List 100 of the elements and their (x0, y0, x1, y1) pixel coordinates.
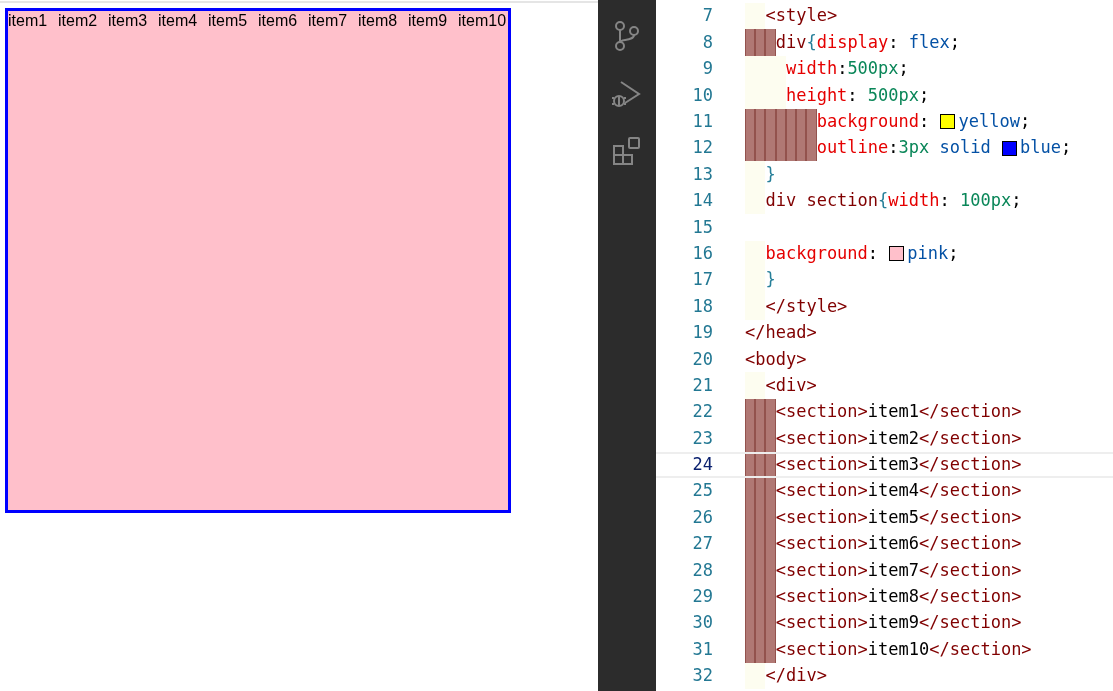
code-token: </section> (919, 505, 1022, 529)
code-token: <body> (745, 347, 807, 371)
line-number: 13 (691, 162, 713, 186)
line-number: 18 (691, 294, 713, 318)
code-token: item1 (867, 400, 919, 424)
flex-item: item7 (308, 11, 349, 31)
code-token: ; (1011, 189, 1022, 213)
code-token: { (878, 189, 889, 213)
code-token: outline (816, 136, 889, 160)
code-token: </style> (765, 294, 848, 318)
color-swatch[interactable] (1001, 140, 1017, 156)
code-token: <section> (775, 453, 868, 477)
code-token: </div> (765, 664, 827, 688)
line-number: 28 (691, 558, 713, 582)
flex-item: item3 (108, 11, 149, 31)
line-number: 8 (701, 30, 713, 54)
line-number: 24 (691, 453, 713, 477)
line-number: 10 (691, 83, 713, 107)
code-token: ; (1060, 136, 1072, 160)
code-token: </section> (919, 400, 1022, 424)
line-number: 22 (691, 400, 713, 424)
code-token: ; (949, 30, 960, 54)
code-token: item6 (867, 532, 919, 556)
run-debug-icon[interactable] (611, 78, 643, 110)
line-number: 11 (691, 110, 713, 133)
source-control-icon[interactable] (613, 20, 641, 52)
code-token: item10 (867, 637, 930, 661)
color-swatch[interactable] (940, 114, 956, 130)
code-token: pink (907, 241, 949, 265)
line-number: 30 (691, 611, 713, 635)
code-token: width (888, 189, 940, 213)
code-token: <section> (775, 532, 868, 556)
line-number: 7 (701, 4, 713, 28)
line-number: 14 (691, 189, 713, 213)
line-number: 19 (691, 321, 713, 345)
line-number: 17 (691, 268, 713, 292)
code-token: div (775, 30, 807, 54)
code-token: </head> (745, 321, 817, 345)
code-token: </section> (929, 637, 1032, 661)
code-token: item5 (867, 505, 919, 529)
code-token: } (765, 162, 776, 186)
code-token: display (816, 30, 889, 54)
color-swatch[interactable] (889, 246, 905, 262)
line-number: 9 (701, 57, 713, 81)
code-token: <style> (765, 4, 838, 28)
code-token: <section> (775, 479, 868, 503)
code-token: </section> (919, 479, 1022, 503)
code-token: 500px (847, 57, 899, 81)
code-token: </section> (919, 426, 1022, 450)
flex-item: item10 (458, 11, 508, 31)
code-token: div section (765, 189, 879, 213)
line-number: 12 (691, 136, 713, 160)
line-number: 25 (691, 479, 713, 503)
code-token: : (847, 83, 859, 107)
code-token: ; (919, 83, 930, 107)
line-number: 31 (691, 637, 713, 661)
code-token: ; (1019, 110, 1031, 133)
code-token: <section> (775, 400, 868, 424)
line-number: 23 (691, 426, 713, 450)
code-token: yellow (958, 110, 1020, 133)
flex-item: item6 (258, 11, 299, 31)
code-token: flex (908, 30, 950, 54)
code-token: : (888, 30, 900, 54)
code-token: solid (938, 136, 992, 160)
code-token: item7 (867, 558, 919, 582)
code-token: item4 (867, 479, 919, 503)
code-token: : (867, 241, 880, 265)
code-token: </section> (919, 611, 1022, 635)
code-token: item9 (867, 611, 919, 635)
line-number: 15 (691, 215, 713, 239)
code-token: ; (898, 57, 909, 81)
code-token: ; (948, 241, 959, 265)
code-token: background (765, 241, 868, 265)
code-token: item2 (867, 426, 919, 450)
code-token: : (939, 189, 951, 213)
line-number: 16 (691, 241, 713, 265)
code-token: </section> (919, 532, 1022, 556)
code-token: <section> (775, 505, 868, 529)
code-token: <section> (775, 558, 868, 582)
flex-item: item1 (8, 11, 49, 31)
flex-item: item5 (208, 11, 249, 31)
code-token: width (785, 57, 838, 81)
code-token: </section> (919, 558, 1022, 582)
code-token: <div> (765, 373, 817, 397)
line-number: 32 (691, 664, 713, 688)
line-number: 20 (691, 347, 713, 371)
line-number: 26 (691, 505, 713, 529)
code-token: 500px (867, 83, 920, 107)
code-token: height (785, 83, 848, 107)
extensions-icon[interactable] (612, 136, 642, 166)
code-token: { (806, 30, 817, 54)
code-token: blue (1019, 136, 1061, 160)
code-token: background (816, 110, 919, 133)
flex-item: item9 (408, 11, 449, 31)
code-token: item8 (867, 585, 919, 609)
code-token: 100px (960, 189, 1012, 213)
line-number: 21 (691, 373, 713, 397)
line-number: 27 (691, 532, 713, 556)
code-token: <section> (775, 585, 868, 609)
flex-item: item8 (358, 11, 399, 31)
